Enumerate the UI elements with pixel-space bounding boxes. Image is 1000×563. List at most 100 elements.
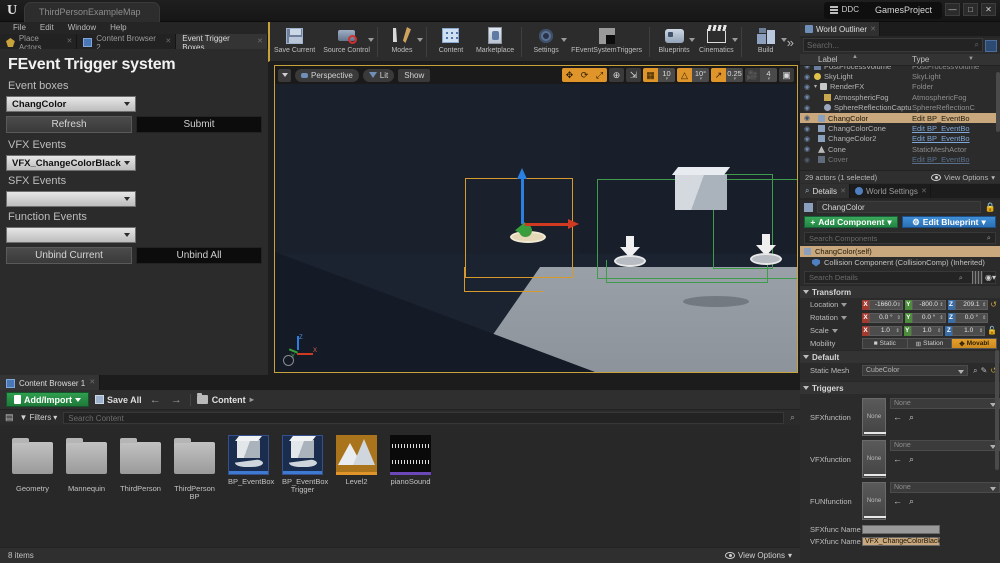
static-mesh-select[interactable]: CubeColor [862, 365, 969, 376]
column-toggle-icon[interactable] [972, 271, 983, 284]
search-content-input[interactable]: Search Content [63, 411, 784, 424]
refresh-button[interactable]: Refresh [6, 116, 132, 133]
viewport-perspective-button[interactable]: Perspective [295, 68, 359, 82]
asset-item[interactable]: BP_EventBox [228, 435, 274, 501]
asset-item[interactable]: pianoSound [390, 435, 431, 501]
toolbar-content[interactable]: Content [430, 23, 472, 61]
toolbar-marketplace[interactable]: Marketplace [472, 23, 518, 61]
visibility-eye-icon[interactable]: ◉ [800, 135, 814, 143]
location-label[interactable]: Location [800, 300, 862, 309]
table-row[interactable]: ◉ ▾ RenderFX Folder [800, 82, 1000, 92]
unbind-current-button[interactable]: Unbind Current [6, 247, 132, 264]
visibility-eye-icon[interactable]: ◉ [800, 114, 814, 122]
maximize-button[interactable]: □ [963, 3, 978, 16]
scene-arrow-marker[interactable] [750, 234, 782, 265]
rotation-x-field[interactable]: X 0.0 ° ⇕ [862, 312, 903, 323]
scale-x-field[interactable]: X 1.0 ⇕ [862, 325, 902, 336]
close-icon[interactable]: ✕ [67, 37, 73, 45]
asset-item[interactable]: ThirdPerson BP [174, 435, 215, 501]
viewport-show-button[interactable]: Show [398, 68, 431, 82]
outliner-col-label[interactable]: Label ▲ [800, 54, 912, 64]
table-row[interactable]: ◉ Cone StaticMeshActor [800, 144, 1000, 154]
toolbar-blueprints[interactable]: Blueprints [653, 23, 696, 61]
scale-mode-button[interactable]: ⤢ [592, 68, 607, 82]
sfx-function-thumbnail[interactable]: None [862, 398, 886, 436]
add-component-button[interactable]: + Add Component ▾ [804, 216, 898, 228]
scale-z-field[interactable]: Z 1.0 ⇕ [945, 325, 986, 336]
component-row-collision[interactable]: Collision Component (CollisionComp) (Inh… [800, 257, 1000, 268]
save-all-button[interactable]: Save All [95, 395, 142, 405]
viewport-options-menu[interactable] [278, 68, 291, 82]
toolbar-source-control[interactable]: Source Control [319, 23, 374, 61]
visibility-eye-icon[interactable]: ◉ [800, 104, 814, 112]
rotate-mode-button[interactable]: ⟳ [577, 68, 592, 82]
map-tab[interactable]: ThirdPersonExampleMap [24, 2, 160, 22]
scene-cube-mesh[interactable] [675, 174, 727, 210]
menu-file[interactable]: File [6, 22, 33, 34]
row-type[interactable]: Edit BP_EventBo [912, 124, 1000, 133]
asset-item[interactable]: Geometry [12, 435, 53, 501]
toolbar-build[interactable]: Build [745, 23, 787, 61]
sfx-events-select[interactable] [6, 191, 136, 207]
scale-y-field[interactable]: Y 1.0 ⇕ [903, 325, 944, 336]
close-icon[interactable]: ✕ [840, 187, 846, 195]
toolbar-settings[interactable]: Settings [525, 23, 568, 61]
tab-place-actors[interactable]: Place Actors ✕ [0, 34, 78, 52]
table-row-selected[interactable]: ◉ ChangColor Edit BP_EventBo [800, 112, 1000, 124]
scale-label[interactable]: Scale [800, 326, 862, 335]
toolbar-modes[interactable]: Modes [381, 23, 423, 61]
visibility-eye-icon[interactable]: ◉ [800, 156, 814, 164]
event-box-select[interactable]: ChangColor [6, 96, 136, 112]
outliner-col-type[interactable]: Type ▼ [912, 55, 1000, 64]
outliner-add-filter-icon[interactable] [985, 40, 997, 52]
fun-function-thumbnail[interactable]: None [862, 482, 886, 520]
browse-icon[interactable]: ⌕ [909, 412, 914, 423]
filters-button[interactable]: ▼ Filters ▾ [20, 413, 58, 422]
asset-item[interactable]: Mannequin [66, 435, 107, 501]
tab-world-outliner[interactable]: World Outliner ✕ [800, 22, 880, 36]
tab-content-browser-2[interactable]: Content Browser 2 ✕ [77, 34, 177, 52]
breadcrumb[interactable]: Content ▸ [196, 393, 254, 405]
actor-name-field[interactable]: ChangColor [817, 201, 981, 213]
vfxfunc-name-field[interactable]: VFX_ChangeColorBlack [862, 536, 941, 546]
chevron-down-icon[interactable] [416, 37, 423, 42]
sfxfunc-name-field[interactable] [862, 524, 940, 534]
mobility-movable-button[interactable]: ✥ Movabl [952, 339, 997, 348]
asset-item[interactable]: ThirdPerson [120, 435, 161, 501]
visibility-eye-icon[interactable]: ◉ [800, 125, 814, 133]
vfx-function-select[interactable]: None [890, 440, 1000, 451]
section-triggers[interactable]: Triggers [800, 381, 1000, 394]
menu-edit[interactable]: Edit [33, 22, 61, 34]
vfx-function-thumbnail[interactable]: None [862, 440, 886, 478]
toolbar-cinematics[interactable]: Cinematics [695, 23, 738, 61]
table-row[interactable]: ◉ ChangeColor2 Edit BP_EventBo [800, 134, 1000, 144]
asset-item[interactable]: Level2 [336, 435, 377, 501]
use-selected-icon[interactable]: ← [893, 496, 902, 507]
chevron-down-icon[interactable] [731, 37, 738, 42]
search-details-input[interactable]: Search Details ⌕ ◉▾ [804, 271, 996, 284]
menu-window[interactable]: Window [61, 22, 103, 34]
surface-snap-icon[interactable]: ⇲ [626, 68, 641, 82]
nav-forward-icon[interactable]: → [169, 394, 184, 406]
grid-snap-toggle[interactable]: ▦ [643, 68, 658, 82]
row-type[interactable]: Edit BP_EventBo [912, 155, 1000, 164]
edit-blueprint-button[interactable]: ⚙ Edit Blueprint ▾ [902, 216, 996, 228]
lock-ratio-icon[interactable]: 🔓 [987, 326, 997, 335]
world-space-icon[interactable]: ⊕ [609, 68, 624, 82]
use-selected-icon[interactable]: ← [893, 454, 902, 465]
row-type[interactable]: Edit BP_EventBo [912, 134, 1000, 143]
level-viewport[interactable]: Z X Y Perspective Lit Show ✥ ⟳ ⤢ ⊕ ⇲ ▦ 1… [274, 65, 798, 373]
menu-help[interactable]: Help [103, 22, 133, 34]
chevron-down-icon[interactable] [780, 37, 787, 42]
nav-back-icon[interactable]: ← [148, 394, 163, 406]
mobility-static-button[interactable]: ■ Static [863, 339, 908, 348]
visibility-eye-icon[interactable]: ◉ [800, 66, 814, 70]
edit-pencil-icon[interactable]: ✎ [981, 366, 988, 375]
viewport-scene[interactable]: Z X Y [275, 66, 797, 372]
close-icon[interactable]: ✕ [89, 378, 95, 386]
minimize-button[interactable]: — [945, 3, 960, 16]
visibility-eye-icon[interactable]: ◉ [800, 83, 814, 91]
rotation-snap-value[interactable]: 10° ▾ [692, 68, 709, 82]
scene-arrow-marker[interactable] [614, 236, 646, 267]
sfx-function-select[interactable]: None [890, 398, 1000, 409]
